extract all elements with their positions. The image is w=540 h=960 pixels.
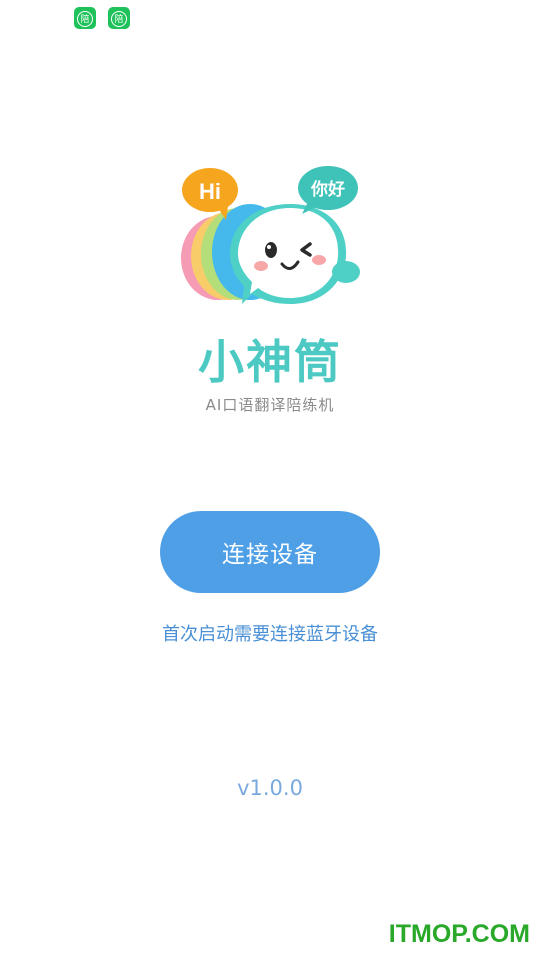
bubble-tail [332,261,360,283]
status-bar: 陪 陪 [0,0,540,36]
app-name: 小神筒 [198,335,342,389]
app-notification-icon: 陪 [74,7,96,29]
mascot-logo: Hi 你好 [181,166,360,304]
watermark: ITMOP.COM [388,920,530,948]
app-version: v1.0.0 [237,776,303,800]
nihao-bubble-text: 你好 [310,179,345,200]
app-notification-icon: 陪 [108,7,130,29]
connect-device-button[interactable]: 连接设备 [160,511,380,593]
left-eye [265,242,277,258]
hi-bubble-text: Hi [199,179,221,204]
right-cheek [312,255,326,265]
app-tagline: AI口语翻译陪练机 [205,396,335,414]
left-cheek [254,261,268,271]
bluetooth-hint: 首次启动需要连接蓝牙设备 [162,624,378,645]
